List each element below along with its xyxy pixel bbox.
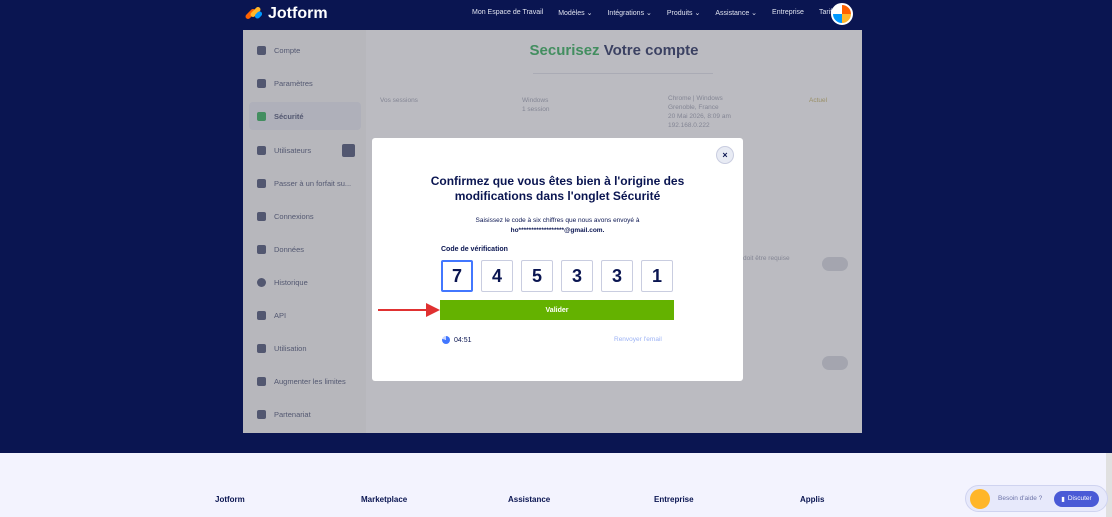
close-icon: × (722, 150, 728, 160)
sound-wave-icon: ▮ (1061, 495, 1065, 503)
jotform-logo-icon (244, 5, 264, 22)
code-digit-2[interactable]: 4 (481, 260, 513, 292)
assistant-avatar (970, 488, 990, 509)
chat-button[interactable]: ▮ Discuter (1054, 490, 1099, 507)
countdown-timer: 04:51 (442, 336, 472, 344)
modal-subtitle: Saisissez le code à six chiffres que nou… (392, 216, 723, 236)
verification-modal: × Confirmez que vous êtes bien à l'origi… (372, 138, 743, 381)
nav-integrations[interactable]: Intégrations ⌄ (607, 9, 651, 17)
code-digit-4[interactable]: 3 (561, 260, 593, 292)
help-widget[interactable]: Besoin d'aide ? ▮ Discuter (965, 485, 1108, 512)
code-digit-3[interactable]: 5 (521, 260, 553, 292)
user-avatar[interactable] (831, 3, 853, 25)
chat-label: Discuter (1067, 495, 1092, 502)
footer: Jotform Marketplace Assistance Entrepris… (0, 453, 1112, 517)
code-digit-6[interactable]: 1 (641, 260, 673, 292)
modal-title: Confirmez que vous êtes bien à l'origine… (430, 174, 685, 203)
footer-col-assistance[interactable]: Assistance (508, 495, 550, 504)
close-button[interactable]: × (716, 146, 734, 164)
nav-menu: Mon Espace de Travail Modèles ⌄ Intégrat… (472, 9, 836, 17)
code-inputs: 7 4 5 3 3 1 (441, 260, 673, 292)
logo-text: Jotform (268, 5, 328, 22)
nav-templates[interactable]: Modèles ⌄ (558, 9, 592, 17)
modal-instructions: Saisissez le code à six chiffres que nou… (475, 217, 640, 224)
timer-value: 04:51 (454, 336, 472, 344)
jotform-logo[interactable]: Jotform (244, 5, 328, 23)
footer-col-jotform[interactable]: Jotform (215, 495, 245, 504)
help-text: Besoin d'aide ? (998, 495, 1043, 502)
validate-button[interactable]: Valider (440, 300, 674, 320)
footer-col-enterprise[interactable]: Entreprise (654, 495, 694, 504)
footer-col-apps[interactable]: Applis (800, 495, 824, 504)
masked-email: ho******************@gmail.com. (510, 227, 605, 234)
code-label: Code de vérification (441, 246, 508, 253)
resend-email-link[interactable]: Renvoyer l'email (614, 336, 662, 343)
code-digit-5[interactable]: 3 (601, 260, 633, 292)
nav-workspace[interactable]: Mon Espace de Travail (472, 9, 543, 17)
annotation-arrow-icon (378, 303, 440, 317)
code-digit-1[interactable]: 7 (441, 260, 473, 292)
top-navbar: Jotform Mon Espace de Travail Modèles ⌄ … (0, 0, 1112, 30)
footer-col-marketplace[interactable]: Marketplace (361, 495, 407, 504)
nav-enterprise[interactable]: Entreprise (772, 9, 804, 17)
scrollbar-track[interactable] (1106, 453, 1112, 517)
timer-icon (442, 336, 450, 344)
nav-support[interactable]: Assistance ⌄ (715, 9, 757, 17)
nav-products[interactable]: Produits ⌄ (667, 9, 701, 17)
